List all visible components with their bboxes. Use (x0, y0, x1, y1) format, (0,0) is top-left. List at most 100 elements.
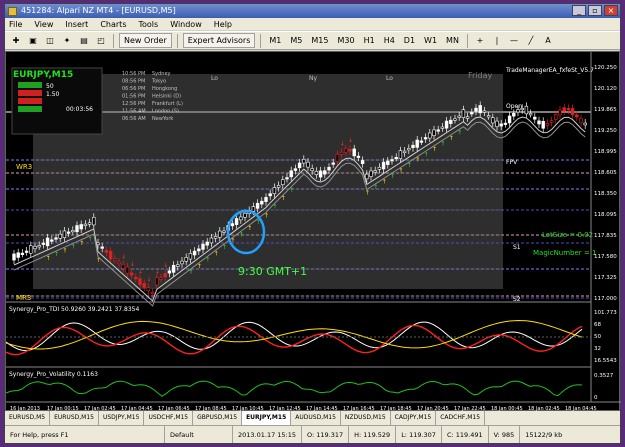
timeframe-h4[interactable]: H4 (381, 33, 398, 48)
candle-body (314, 170, 319, 176)
sell-arrow-icon: ↓ (146, 276, 151, 283)
terminal-icon[interactable]: ▤ (77, 33, 91, 48)
window-title: 451284: Alpari NZ MT4 - [EURUSD,M5] (21, 6, 176, 15)
candle-body (293, 168, 298, 171)
candle-body (33, 246, 37, 250)
tester-icon[interactable]: ◰ (94, 33, 108, 48)
tab-eurusd-m5[interactable]: EURUSD,M5 (5, 411, 51, 425)
candle-body (327, 166, 331, 171)
timeframe-m5[interactable]: M5 (287, 33, 305, 48)
timeframe-m15[interactable]: M15 (308, 33, 331, 48)
candle-body (465, 116, 470, 119)
chart-window[interactable]: ↑ ↑ ↑ ↑ ↑ ↑ ↑ ↓ ↓ ↓ ↓ ↓ ↓ ↑ ↑ ↑ ↑ ↑ ↑ ↑ ↑ ↑ ↑ ↑ ↑ ↑ ↓ ↓ ↑ ↑ ↑ ↑ ↑ ↑ ↑ ↑ ↑ ↑ ↑ ↑… (5, 51, 621, 412)
status-close: C: 119.491 (442, 426, 489, 443)
navigator-icon[interactable]: ✦ (60, 33, 74, 48)
minimize-button[interactable]: _ (572, 5, 586, 16)
app-icon (8, 7, 17, 16)
horizontal-line-icon[interactable]: — (507, 33, 521, 48)
tdi-red-line (5, 324, 583, 356)
tab-nzdusd-m15[interactable]: NZDUSD,M15 (341, 411, 391, 425)
session-city: Sydney (152, 71, 171, 77)
profiles-icon[interactable]: ▣ (26, 33, 40, 48)
toolbar-separator (176, 33, 178, 48)
tab-cadjpy-m15[interactable]: CADJPY,M15 (391, 411, 437, 425)
candle-body (87, 222, 92, 225)
tab-gbpusd-m15[interactable]: GBPUSD,M15 (193, 411, 243, 425)
price-tick: 117.000 (594, 296, 617, 302)
timeframe-m30[interactable]: M30 (334, 33, 357, 48)
title-bar: 451284: Alpari NZ MT4 - [EURUSD,M5] _ ▫ … (5, 4, 620, 18)
volatility-indicator-label: Synergy_Pro_Volatility 0.1163 (9, 371, 98, 378)
candle-body (66, 231, 71, 234)
menu-bar: File View Insert Charts Tools Window Hel… (5, 18, 620, 30)
candle-body (549, 120, 554, 123)
menu-help[interactable]: Help (214, 20, 232, 29)
candle-body (188, 253, 193, 260)
trendline-icon[interactable]: ╱ (524, 33, 538, 48)
candle-body (285, 177, 289, 180)
tdi-white-band (5, 321, 583, 352)
vertical-line-icon[interactable]: | (490, 33, 504, 48)
new-chart-icon[interactable]: ✚ (9, 33, 23, 48)
crosshair-icon[interactable]: + (473, 33, 487, 48)
timeframe-m1[interactable]: M1 (266, 33, 284, 48)
tab-cadchf-m15[interactable]: CADCHF,M15 (436, 411, 486, 425)
candle-body (428, 132, 432, 139)
volatility-tick: 0 (594, 395, 598, 401)
candle-body (583, 122, 587, 126)
candle-body (566, 108, 571, 111)
tab-audusd-m15[interactable]: AUDUSD,M15 (291, 411, 341, 425)
expert-advisors-button[interactable]: Expert Advisors (182, 33, 256, 48)
candle-body (423, 137, 428, 140)
session-time: 10:56 PM (122, 71, 145, 77)
candle-body (339, 151, 344, 155)
candle-body (541, 121, 545, 129)
new-order-button[interactable]: New Order (119, 33, 172, 48)
candle-body (83, 223, 88, 226)
menu-tools[interactable]: Tools (138, 20, 158, 29)
candle-body (348, 148, 352, 152)
candle-body (138, 278, 142, 285)
menu-file[interactable]: File (9, 20, 22, 29)
candle-body (243, 212, 247, 218)
timeframe-h1[interactable]: H1 (361, 33, 378, 48)
fpv-level-label: FPV (506, 159, 518, 166)
tdi-tick: 32 (594, 346, 601, 352)
candle-body (369, 170, 373, 177)
timeframe-w1[interactable]: W1 (421, 33, 440, 48)
restore-button[interactable]: ▫ (588, 5, 602, 16)
menu-charts[interactable]: Charts (100, 20, 126, 29)
session-city: London (S) (152, 109, 179, 115)
candle-body (264, 197, 268, 202)
price-tick: 117.325 (594, 275, 617, 281)
volatility-tick: 0.3527 (594, 373, 614, 379)
timeframe-mn[interactable]: MN (443, 33, 462, 48)
close-button[interactable]: × (604, 5, 618, 16)
timeframe-d1[interactable]: D1 (401, 33, 418, 48)
candle-body (554, 114, 558, 120)
candle-body (419, 140, 424, 143)
session-time: 11:56 AM (122, 109, 146, 115)
price-chart[interactable]: ↑↑↑↑↑↑↑ ↓↓↓↓↓↓↑↑↑↑↑↑↑↑↑↑↑↑↑↓ ↓↑↑↑↑↑↑↑↑↑↑↑↑… (5, 52, 621, 412)
status-open: O: 119.317 (302, 426, 350, 443)
menu-view[interactable]: View (34, 20, 53, 29)
sell-arrow-icon: ↓ (348, 137, 353, 144)
candle-body (524, 105, 529, 115)
toolbar-separator (113, 33, 114, 48)
candle-body (268, 193, 272, 197)
tab-eurjpy-m15[interactable]: EURJPY,M15 (242, 411, 292, 425)
session-city: Helsinki (D) (152, 94, 181, 100)
tab-usdchf-m15[interactable]: USDCHF,M15 (144, 411, 194, 425)
candle-body (478, 105, 482, 114)
market-watch-icon[interactable]: ◫ (43, 33, 57, 48)
menu-insert[interactable]: Insert (65, 20, 88, 29)
candle-body (457, 115, 461, 118)
session-header-friday: Friday (468, 71, 493, 80)
tab-eurusd-m15[interactable]: EURUSD,M15 (50, 411, 99, 425)
tab-usdjpy-m15[interactable]: USDJPY,M15 (99, 411, 145, 425)
price-tick: 118.350 (594, 191, 617, 197)
menu-window[interactable]: Window (170, 20, 202, 29)
candle-body (171, 264, 176, 273)
candle-body (453, 118, 457, 121)
text-icon[interactable]: A (541, 33, 555, 48)
